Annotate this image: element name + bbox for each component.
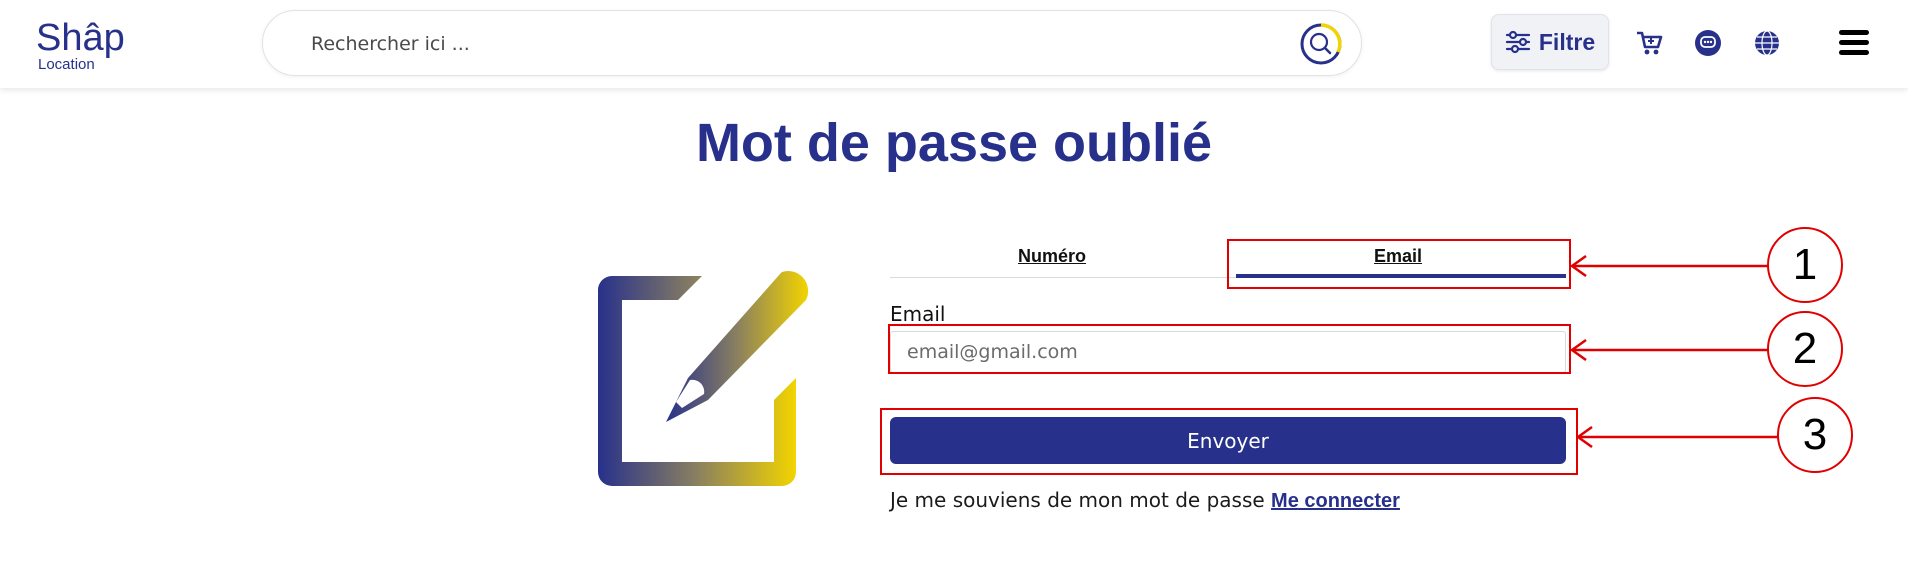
search-input[interactable] bbox=[311, 31, 1211, 57]
logo-text-top: Shâp bbox=[36, 17, 125, 59]
globe-icon[interactable] bbox=[1752, 28, 1782, 58]
search-icon[interactable] bbox=[1299, 22, 1343, 66]
annotation-box-3 bbox=[880, 408, 1578, 475]
edit-pencil-illustration bbox=[598, 271, 809, 486]
filter-button[interactable]: Filtre bbox=[1491, 14, 1609, 70]
email-label: Email bbox=[890, 302, 946, 326]
logo[interactable]: Shâp Location bbox=[36, 16, 136, 74]
annotation-marker-1: 1 bbox=[1767, 227, 1843, 303]
top-header: Shâp Location Filtre bbox=[0, 0, 1908, 88]
login-link[interactable]: Me connecter bbox=[1271, 490, 1400, 512]
remember-label: Je me souviens de mon mot de passe bbox=[890, 488, 1265, 512]
search-bar bbox=[262, 10, 1362, 76]
filter-label: Filtre bbox=[1538, 28, 1596, 55]
annotation-marker-3: 3 bbox=[1777, 397, 1853, 473]
annotation-box-1 bbox=[1227, 239, 1571, 289]
annotation-marker-2: 2 bbox=[1767, 311, 1843, 387]
annotation-box-2 bbox=[888, 324, 1571, 374]
tab-numero[interactable]: Numéro bbox=[1018, 246, 1086, 267]
chat-icon[interactable] bbox=[1693, 28, 1723, 58]
menu-icon[interactable] bbox=[1838, 26, 1870, 58]
remember-text: Je me souviens de mon mot de passe Me co… bbox=[890, 488, 1400, 513]
page-title: Mot de passe oublié bbox=[695, 113, 1213, 173]
cart-icon[interactable] bbox=[1634, 28, 1664, 58]
logo-text-bottom: Location bbox=[38, 56, 95, 73]
sliders-icon bbox=[1505, 30, 1530, 54]
